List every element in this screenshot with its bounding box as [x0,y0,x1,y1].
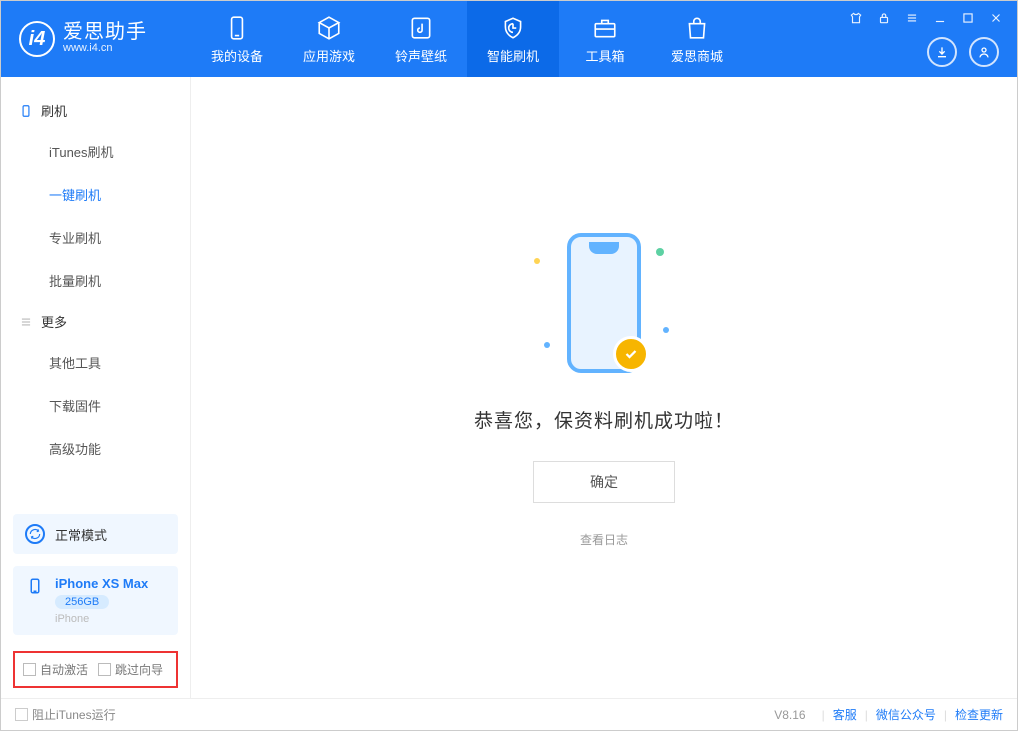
main-content: 恭喜您，保资料刷机成功啦！ 确定 查看日志 [191,77,1017,698]
menu-icon[interactable] [901,7,923,29]
app-logo[interactable]: i4 爱思助手 www.i4.cn [1,21,191,57]
window-controls [845,7,1007,29]
footer-link-support[interactable]: 客服 [833,706,857,723]
cube-icon [315,14,343,42]
nav-label: 应用游戏 [303,46,355,65]
header-actions [927,37,999,67]
nav-smart-flash[interactable]: 智能刷机 [467,1,559,77]
check-badge-icon [613,336,649,372]
mode-label: 正常模式 [55,525,107,544]
checkbox-skip-guide[interactable]: 跳过向导 [98,661,163,678]
main-nav: 我的设备 应用游戏 铃声壁纸 智能刷机 工具箱 爱思商城 [191,1,743,77]
sidebar-item-download-firmware[interactable]: 下载固件 [1,384,190,427]
device-type: iPhone [55,613,148,625]
nav-label: 智能刷机 [487,46,539,65]
nav-my-device[interactable]: 我的设备 [191,1,283,77]
version-label: V8.16 [774,708,805,722]
sidebar-group-flash: 刷机 [1,91,190,130]
status-bar: 阻止iTunes运行 V8.16 | 客服 | 微信公众号 | 检查更新 [1,698,1017,730]
minimize-button[interactable] [929,7,951,29]
sidebar-group-more: 更多 [1,302,190,341]
view-log-link[interactable]: 查看日志 [580,531,628,548]
phone-icon [19,104,33,118]
toolbox-icon [591,14,619,42]
sidebar-item-pro-flash[interactable]: 专业刷机 [1,216,190,259]
success-message: 恭喜您，保资料刷机成功啦！ [474,406,734,433]
nav-label: 铃声壁纸 [395,46,447,65]
device-name: iPhone XS Max [55,576,148,591]
download-button[interactable] [927,37,957,67]
sidebar-item-batch-flash[interactable]: 批量刷机 [1,259,190,302]
nav-store[interactable]: 爱思商城 [651,1,743,77]
nav-label: 爱思商城 [671,46,723,65]
sidebar: 刷机 iTunes刷机 一键刷机 专业刷机 批量刷机 更多 其他工具 下载固件 … [1,77,191,698]
music-icon [407,14,435,42]
nav-ringtones[interactable]: 铃声壁纸 [375,1,467,77]
device-capacity: 256GB [55,595,109,609]
bag-icon [683,14,711,42]
group-title: 更多 [41,312,67,331]
mode-card[interactable]: 正常模式 [13,514,178,554]
nav-label: 我的设备 [211,46,263,65]
footer-link-update[interactable]: 检查更新 [955,706,1003,723]
sidebar-item-other-tools[interactable]: 其他工具 [1,341,190,384]
sidebar-item-oneclick-flash[interactable]: 一键刷机 [1,173,190,216]
app-name: 爱思助手 [63,22,147,42]
phone-icon [25,576,45,596]
close-button[interactable] [985,7,1007,29]
ok-button[interactable]: 确定 [533,461,675,503]
logo-icon: i4 [19,21,55,57]
footer-link-wechat[interactable]: 微信公众号 [876,706,936,723]
shield-icon [499,14,527,42]
user-button[interactable] [969,37,999,67]
sidebar-item-advanced[interactable]: 高级功能 [1,427,190,470]
flash-options-highlighted: 自动激活 跳过向导 [13,651,178,688]
shirt-icon[interactable] [845,7,867,29]
device-card[interactable]: iPhone XS Max 256GB iPhone [13,566,178,635]
maximize-button[interactable] [957,7,979,29]
sync-icon [25,524,45,544]
checkbox-block-itunes[interactable]: 阻止iTunes运行 [15,706,116,723]
app-header: i4 爱思助手 www.i4.cn 我的设备 应用游戏 铃声壁纸 智能刷机 工具… [1,1,1017,77]
group-title: 刷机 [41,101,67,120]
checkbox-auto-activate[interactable]: 自动激活 [23,661,88,678]
device-icon [223,14,251,42]
nav-toolbox[interactable]: 工具箱 [559,1,651,77]
success-illustration [504,228,704,378]
nav-apps-games[interactable]: 应用游戏 [283,1,375,77]
list-icon [19,315,33,329]
lock-icon[interactable] [873,7,895,29]
app-site: www.i4.cn [63,42,147,55]
sidebar-item-itunes-flash[interactable]: iTunes刷机 [1,130,190,173]
nav-label: 工具箱 [585,46,624,65]
